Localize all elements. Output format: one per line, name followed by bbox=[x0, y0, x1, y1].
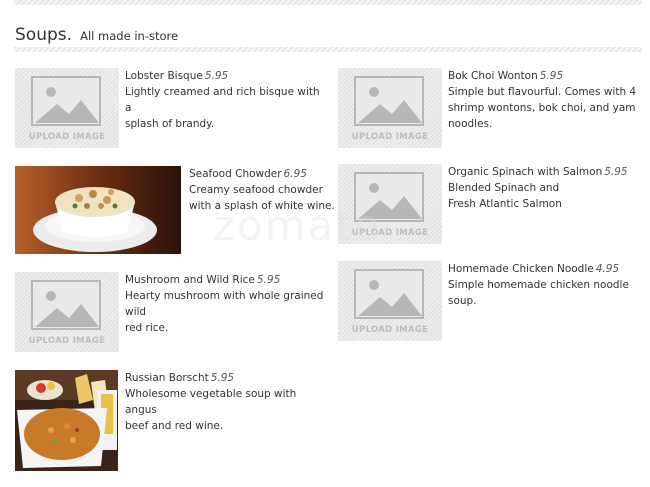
section-subtitle: All made in-store bbox=[80, 29, 179, 43]
upload-image-label: UPLOAD IMAGE bbox=[28, 132, 106, 142]
item-name: Russian Borscht bbox=[125, 372, 209, 384]
upload-image-placeholder[interactable]: UPLOAD IMAGE bbox=[338, 68, 442, 148]
upload-image-placeholder[interactable]: UPLOAD IMAGE bbox=[338, 164, 442, 244]
item-description-line: noodles. bbox=[448, 118, 493, 130]
item-price: 5.95 bbox=[539, 70, 564, 82]
item-name: Organic Spinach with Salmon bbox=[448, 166, 603, 178]
item-name: Bok Choi Wonton bbox=[448, 70, 538, 82]
item-price: 5.95 bbox=[256, 274, 281, 286]
seafood-chowder-photo bbox=[15, 166, 181, 254]
item-price: 6.95 bbox=[283, 168, 307, 180]
item-description-line: Wholesome vegetable soup with angus bbox=[125, 388, 297, 416]
russian-borscht-photo bbox=[15, 370, 118, 471]
item-price: 5.95 bbox=[604, 166, 628, 178]
item-description-line: Simple but flavourful. Comes with 4 bbox=[448, 86, 637, 98]
upload-image-placeholder[interactable]: UPLOAD IMAGE bbox=[15, 68, 119, 148]
item-description-line: Simple homemade chicken noodle soup. bbox=[448, 279, 629, 307]
item-name: Mushroom and Wild Rice bbox=[125, 274, 255, 286]
upload-image-placeholder[interactable]: UPLOAD IMAGE bbox=[15, 272, 119, 352]
item-price: 4.95 bbox=[595, 263, 620, 275]
item-description-line: Hearty mushroom with whole grained wild bbox=[125, 290, 324, 318]
upload-image-label: UPLOAD IMAGE bbox=[28, 336, 106, 346]
item-description-line: splash of brandy. bbox=[125, 118, 215, 130]
item-description-line: Blended Spinach and bbox=[448, 182, 560, 194]
upload-image-label: UPLOAD IMAGE bbox=[351, 132, 429, 142]
item-name: Seafood Chowder bbox=[189, 168, 282, 180]
section-title: Soups. bbox=[15, 25, 73, 45]
item-description-line: Fresh Atlantic Salmon bbox=[448, 198, 562, 210]
item-description-line: beef and red wine. bbox=[125, 420, 224, 432]
item-price: 5.95 bbox=[210, 372, 235, 384]
heading-divider bbox=[14, 47, 642, 52]
item-description-line: red rice. bbox=[125, 322, 169, 334]
upload-image-placeholder[interactable]: UPLOAD IMAGE bbox=[338, 261, 442, 341]
item-description-line: Creamy seafood chowder bbox=[189, 184, 323, 196]
item-name: Homemade Chicken Noodle bbox=[448, 263, 594, 275]
upload-image-label: UPLOAD IMAGE bbox=[351, 325, 429, 335]
section-heading: Soups. All made in-store bbox=[15, 25, 178, 45]
item-name: Lobster Bisque bbox=[125, 70, 203, 82]
item-description-line: shrimp wontons, bok choi, and yam bbox=[448, 102, 636, 114]
item-price: 5.95 bbox=[204, 70, 229, 82]
upload-image-label: UPLOAD IMAGE bbox=[351, 228, 429, 238]
item-description-line: with a splash of white wine. bbox=[189, 200, 335, 212]
item-description-line: Lightly creamed and rich bisque with a bbox=[125, 86, 320, 114]
top-divider bbox=[14, 0, 642, 5]
